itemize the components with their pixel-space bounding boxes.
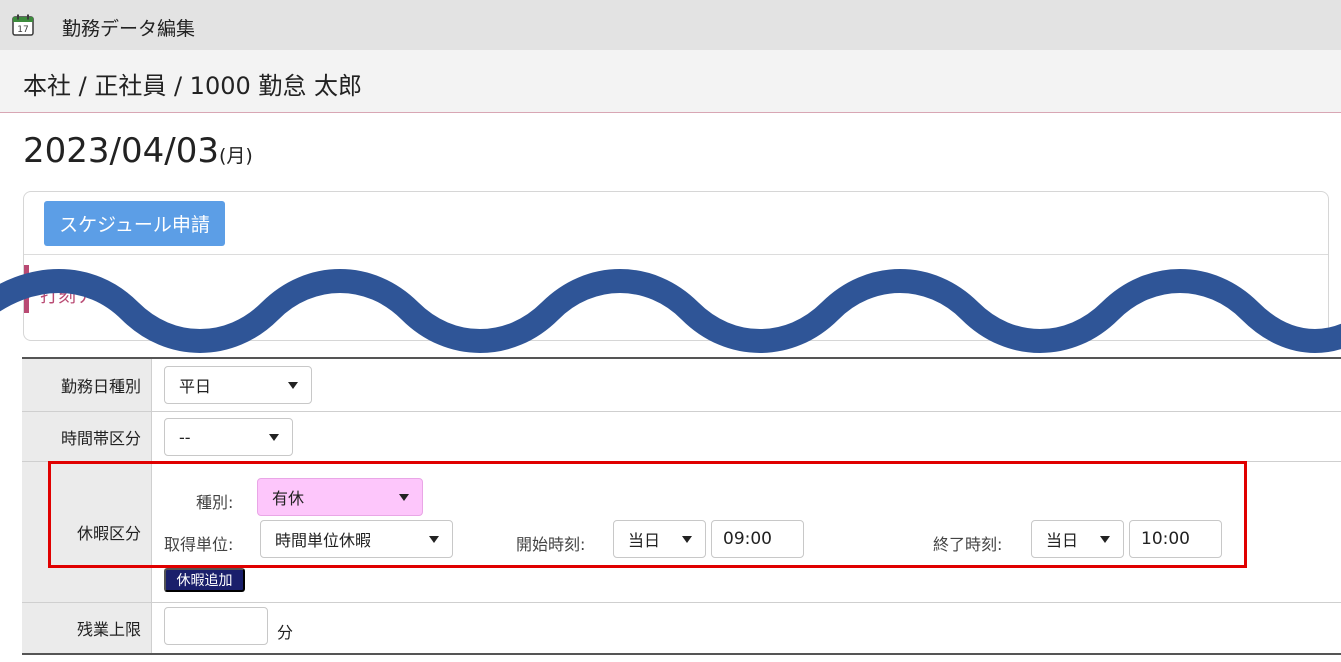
chevron-down-icon [399,494,409,501]
leave-type-select[interactable]: 有休 [257,478,423,516]
workday-type-value: 平日 [179,377,212,396]
workday-type-label: 勤務日種別 [22,359,152,411]
end-day-select[interactable]: 当日 [1031,520,1124,558]
time-zone-row: 時間帯区分 -- [22,412,1341,462]
window-title: 勤務データ編集 [62,18,196,40]
end-time-input[interactable]: 10:00 [1129,520,1222,558]
leave-type-label: 種別: [196,493,234,512]
chevron-down-icon [1100,536,1110,543]
chevron-down-icon [682,536,692,543]
time-zone-select[interactable]: -- [164,418,293,456]
workday-type-select[interactable]: 平日 [164,366,312,404]
leave-label: 休暇区分 [22,462,152,602]
chevron-down-icon [429,536,439,543]
date-value: 2023/04/03 [23,131,219,171]
overtime-unit: 分 [277,623,294,642]
start-day-value: 当日 [628,531,661,550]
end-time-label: 終了時刻: [933,535,1003,554]
leave-unit-label: 取得単位: [164,535,234,554]
end-day-value: 当日 [1046,531,1079,550]
start-time-label: 開始時刻: [516,535,586,554]
leave-type-value: 有休 [272,489,305,508]
leave-unit-value: 時間単位休暇 [275,531,372,550]
page-date: 2023/04/03(月) [23,131,253,171]
workday-type-row: 勤務日種別 平日 [22,359,1341,412]
schedule-request-button[interactable]: スケジュール申請 [44,201,225,246]
overtime-limit-label: 残業上限 [22,603,152,653]
start-time-input[interactable]: 09:00 [711,520,804,558]
leave-unit-select[interactable]: 時間単位休暇 [260,520,453,558]
time-zone-value: -- [179,427,191,447]
breadcrumb: 本社 / 正社員 / 1000 勤怠 太郎 [23,72,363,100]
day-of-week: (月) [218,145,253,167]
calendar-icon-day: 17 [17,25,28,35]
chevron-down-icon [288,382,298,389]
leave-row: 休暇区分 種別: 有休 取得単位: 時間単位休暇 開始時刻: 当日 09:00 … [22,462,1341,603]
breadcrumb-bar: 本社 / 正社員 / 1000 勤怠 太郎 [0,50,1341,113]
overtime-limit-row: 残業上限 分 [22,603,1341,655]
time-zone-label: 時間帯区分 [22,412,152,461]
title-bar: 17 勤務データ編集 [0,0,1341,50]
page-break-wave [0,269,1341,353]
calendar-icon: 17 [12,14,34,36]
add-leave-button[interactable]: 休暇追加 [164,568,245,592]
start-day-select[interactable]: 当日 [613,520,706,558]
panel-divider [24,254,1328,255]
chevron-down-icon [269,434,279,441]
overtime-limit-input[interactable] [164,607,268,645]
